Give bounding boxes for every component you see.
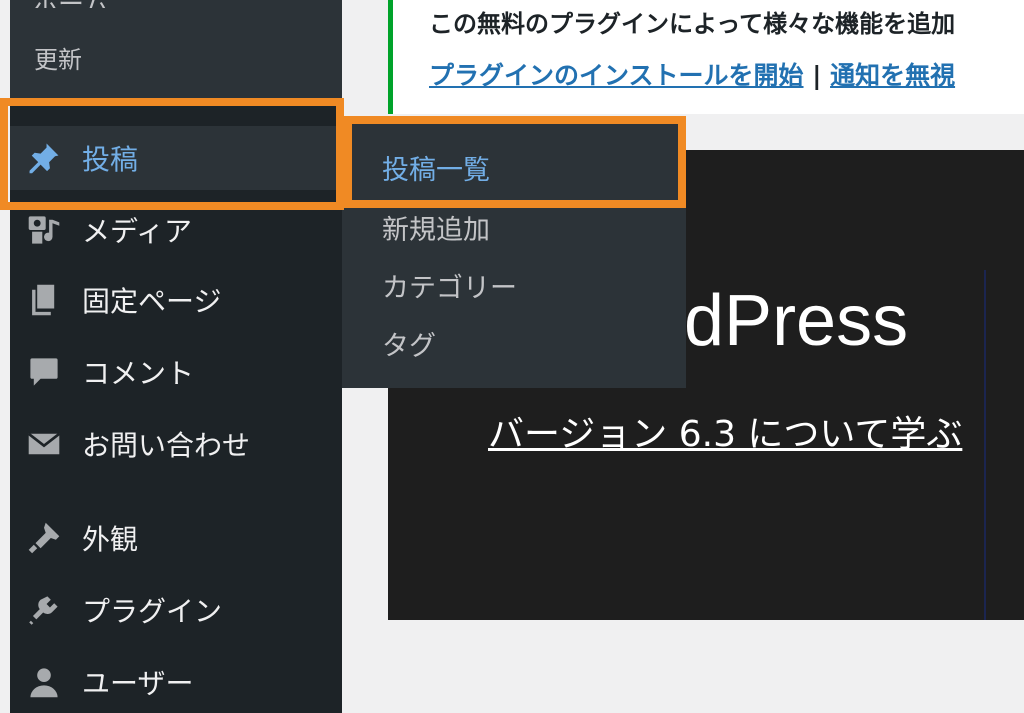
media-icon (24, 210, 64, 250)
paintbrush-icon (24, 518, 64, 558)
install-plugin-link[interactable]: プラグインのインストールを開始 (429, 61, 804, 90)
dismiss-notice-link[interactable]: 通知を無視 (830, 61, 955, 90)
submenu-item-categories[interactable]: カテゴリー (382, 266, 517, 305)
sidebar-item-label: メディア (82, 215, 193, 248)
notice-message: この無料のプラグインによって様々な機能を追加 (429, 10, 956, 38)
sidebar-item-label: 外観 (82, 523, 139, 556)
comment-icon (24, 352, 64, 392)
sidebar-item-appearance[interactable]: 外観 (10, 506, 342, 570)
dashboard-submenu: ホーム 更新 (10, 0, 342, 100)
decorative-line (984, 270, 986, 620)
sidebar-item-label: プラグイン (82, 595, 223, 628)
sidebar-item-pages[interactable]: 固定ページ (10, 268, 342, 332)
version-learn-link[interactable]: バージョン 6.3 について学ぶ (488, 405, 962, 457)
sidebar-item-home-partial[interactable]: ホーム (32, 0, 122, 8)
highlight-frame-posts (0, 98, 344, 210)
submenu-item-add-new[interactable]: 新規追加 (382, 208, 490, 247)
sidebar-item-users[interactable]: ユーザー (10, 650, 342, 713)
pages-icon (24, 280, 64, 320)
welcome-title: dPress (684, 281, 909, 361)
notice-actions: プラグインのインストールを開始 | 通知を無視 (429, 56, 955, 92)
sidebar-item-label: ユーザー (82, 667, 194, 700)
sidebar-item-label: お問い合わせ (82, 429, 251, 462)
sidebar-item-label: 固定ページ (82, 285, 222, 318)
sidebar-subitem-updates[interactable]: 更新 (34, 40, 82, 75)
highlight-frame-all-posts (344, 116, 686, 208)
notice-separator: | (803, 61, 831, 90)
submenu-item-tags[interactable]: タグ (382, 324, 436, 363)
email-icon (24, 424, 64, 464)
plugin-install-notice: この無料のプラグインによって様々な機能を追加 プラグインのインストールを開始 |… (388, 0, 1024, 114)
sidebar-item-label: コメント (82, 357, 195, 390)
sidebar-item-contact[interactable]: お問い合わせ (10, 412, 342, 476)
user-icon (24, 662, 64, 702)
sidebar-item-comments[interactable]: コメント (10, 340, 342, 404)
sidebar-item-plugins[interactable]: プラグイン (10, 578, 342, 642)
plugin-icon (24, 590, 64, 630)
